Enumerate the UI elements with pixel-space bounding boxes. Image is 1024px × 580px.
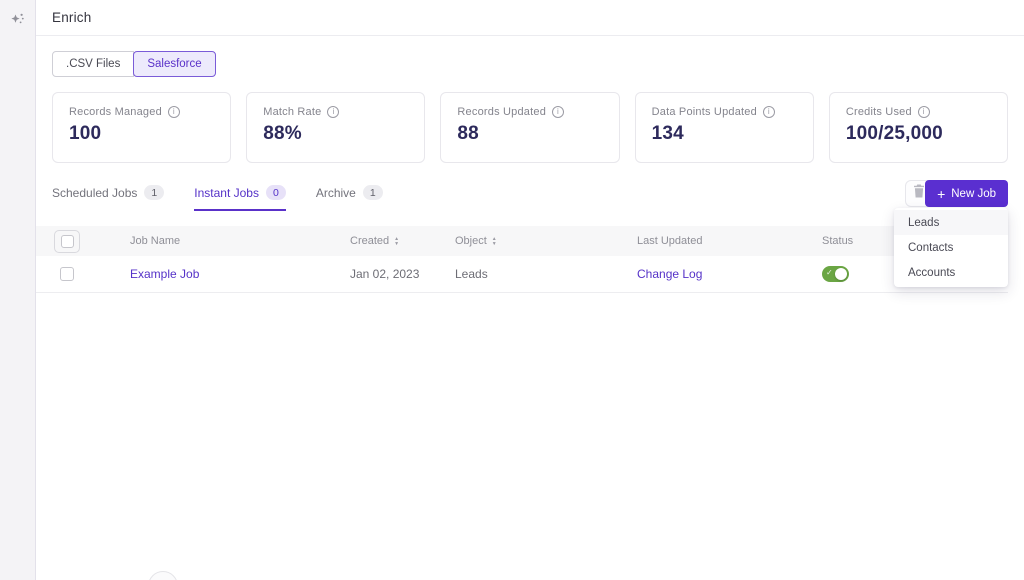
enrich-dashboard: Enrich .CSV Files Salesforce Records Man… <box>0 0 1024 580</box>
job-name-cell: Example Job <box>130 267 350 281</box>
stat-value: 88% <box>263 123 302 144</box>
tab-count-badge: 0 <box>265 185 286 200</box>
top-bar: Enrich <box>36 0 1024 36</box>
info-icon[interactable]: i <box>167 106 180 118</box>
stat-value: 134 <box>651 123 684 144</box>
stat-value: 100 <box>69 123 102 144</box>
stat-label: Records Updated <box>457 106 547 118</box>
tab-instant-jobs[interactable]: Instant Jobs 0 <box>194 185 286 211</box>
last-updated-cell: Change Log <box>637 267 822 281</box>
tab-count-badge: 1 <box>362 185 383 200</box>
left-sidebar <box>0 0 36 580</box>
stat-value: 100/25,000 <box>845 123 943 144</box>
header-checkbox-cell <box>36 229 130 253</box>
checkbox-icon <box>60 234 74 248</box>
row-checkbox-cell <box>36 267 130 281</box>
object-cell: Leads <box>455 267 488 281</box>
col-job-name: Job Name <box>130 235 181 247</box>
sort-icon[interactable]: ▲ ▼ <box>492 236 497 246</box>
stat-card-data-points-updated: Data Points Updated i 134 <box>634 92 814 163</box>
tab-csv-files[interactable]: .CSV Files <box>52 51 135 77</box>
tab-label: Scheduled Jobs <box>52 185 138 200</box>
trash-icon <box>913 184 925 203</box>
created-cell: Jan 02, 2023 <box>350 267 420 281</box>
stat-card-records-managed: Records Managed i 100 <box>52 92 232 163</box>
tab-count-badge: 1 <box>144 185 165 200</box>
dropdown-item-contacts[interactable]: Contacts <box>894 235 1008 260</box>
stat-label: Data Points Updated <box>651 106 757 118</box>
info-icon[interactable]: i <box>552 106 565 118</box>
tab-scheduled-jobs[interactable]: Scheduled Jobs 1 <box>52 185 165 211</box>
new-job-label: New Job <box>951 187 996 200</box>
status-toggle-on[interactable]: ✓ <box>822 266 849 282</box>
col-last-updated: Last Updated <box>637 235 703 247</box>
plus-icon: + <box>937 185 946 202</box>
col-created[interactable]: Created ▲ ▼ <box>350 235 455 247</box>
check-icon: ✓ <box>826 268 833 277</box>
toggle-knob <box>835 268 847 280</box>
new-job-object-dropdown: Leads Contacts Accounts <box>894 208 1008 287</box>
tab-label: Instant Jobs <box>194 185 259 200</box>
stat-cards: Records Managed i 100 Match Rate i 88% R… <box>52 92 1009 163</box>
info-icon[interactable]: i <box>327 106 340 118</box>
tab-salesforce[interactable]: Salesforce <box>133 51 216 77</box>
jobs-table: Job Name Created ▲ ▼ Object ▲ ▼ Last Updat… <box>36 226 1008 293</box>
tab-label: Archive <box>315 185 356 200</box>
info-icon[interactable]: i <box>762 106 775 118</box>
change-log-link[interactable]: Change Log <box>637 267 702 281</box>
tab-archive[interactable]: Archive 1 <box>316 185 383 211</box>
stat-card-records-updated: Records Updated i 88 <box>440 92 620 163</box>
help-launcher-partial[interactable] <box>148 571 178 580</box>
col-object[interactable]: Object ▲ ▼ <box>455 235 637 247</box>
stat-value: 88 <box>457 123 479 144</box>
table-header-row: Job Name Created ▲ ▼ Object ▲ ▼ Last Updat… <box>36 226 1008 256</box>
page-title: Enrich <box>52 10 92 25</box>
info-icon[interactable]: i <box>917 106 930 118</box>
table-row: Example Job Jan 02, 2023 Leads Change Lo… <box>36 256 1008 293</box>
dropdown-item-accounts[interactable]: Accounts <box>894 260 1008 285</box>
sort-icon[interactable]: ▲ ▼ <box>394 236 399 246</box>
stat-label: Credits Used <box>845 106 912 118</box>
stat-label: Match Rate <box>263 106 322 118</box>
stat-label: Records Managed <box>69 106 162 118</box>
source-toggle: .CSV Files Salesforce <box>52 51 216 77</box>
job-tabs: Scheduled Jobs 1 Instant Jobs 0 Archive … <box>52 185 383 211</box>
dropdown-item-leads[interactable]: Leads <box>894 210 1008 235</box>
job-name-link[interactable]: Example Job <box>130 267 199 281</box>
stat-card-credits-used: Credits Used i 100/25,000 <box>828 92 1009 163</box>
stat-card-match-rate: Match Rate i 88% <box>246 92 426 163</box>
select-all-checkbox[interactable] <box>54 229 80 253</box>
row-checkbox[interactable] <box>60 267 74 281</box>
new-job-button[interactable]: + New Job <box>925 180 1008 207</box>
sparkles-icon[interactable] <box>9 10 27 28</box>
